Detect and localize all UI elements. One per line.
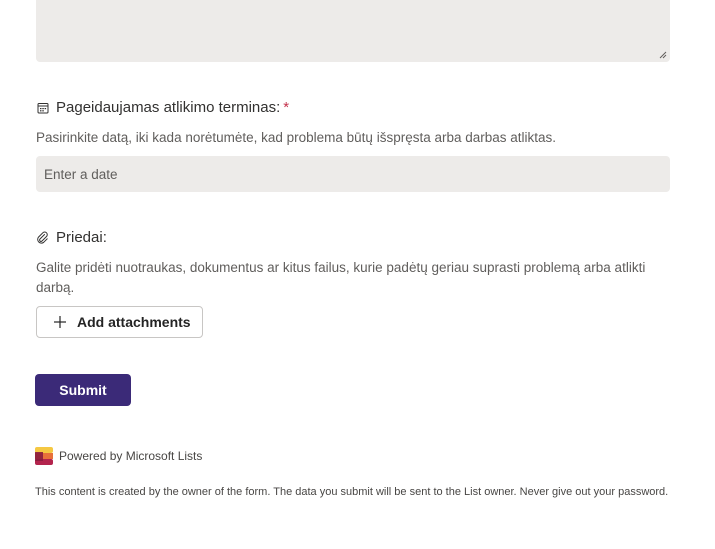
required-marker: *	[283, 99, 290, 116]
due-date-input[interactable]	[36, 156, 670, 192]
due-date-label: Pageidaujamas atlikimo terminas: *	[56, 99, 290, 116]
previous-answer-textarea[interactable]	[36, 0, 670, 62]
microsoft-lists-logo-icon	[35, 447, 53, 465]
paperclip-icon	[36, 231, 49, 244]
attachments-description: Galite pridėti nuotraukas, dokumentus ar…	[36, 260, 646, 295]
plus-icon	[54, 316, 66, 328]
powered-by-text: Powered by Microsoft Lists	[59, 449, 203, 463]
footer-disclaimer: This content is created by the owner of …	[35, 486, 669, 498]
attachments-label: Priedai:	[56, 229, 107, 246]
add-attachments-button[interactable]: Add attachments	[36, 306, 203, 338]
resize-grip-icon[interactable]	[659, 51, 667, 59]
form-page: Pageidaujamas atlikimo terminas: * Pasiri…	[0, 0, 715, 549]
submit-button[interactable]: Submit	[35, 374, 131, 406]
due-date-question-title: Pageidaujamas atlikimo terminas: *	[36, 99, 289, 116]
powered-by: Powered by Microsoft Lists	[35, 447, 202, 465]
add-attachments-label: Add attachments	[77, 314, 191, 330]
calendar-icon	[36, 101, 49, 114]
attachments-question-title: Priedai:	[36, 229, 107, 246]
due-date-description: Pasirinkite datą, iki kada norėtumėte, k…	[36, 130, 557, 145]
